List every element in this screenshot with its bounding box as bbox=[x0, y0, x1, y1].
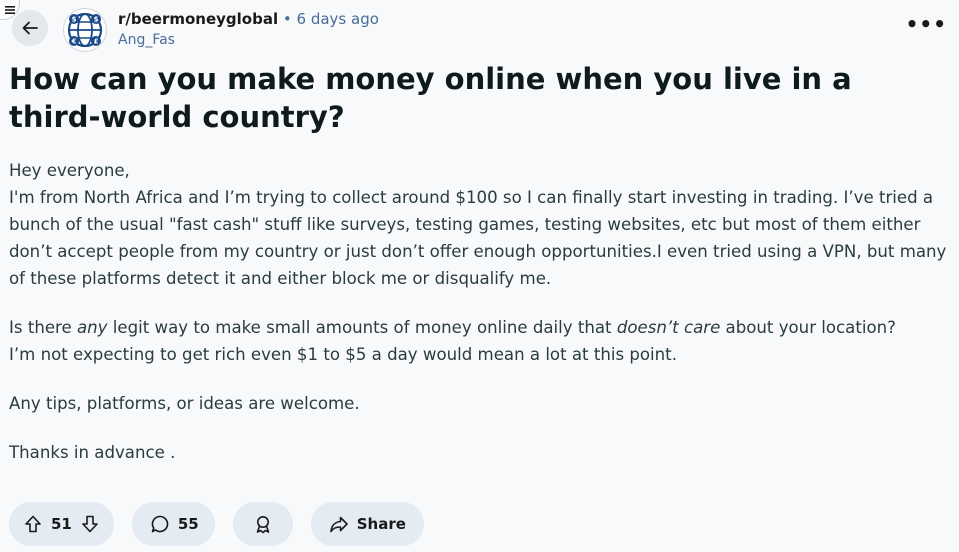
meta-separator: • bbox=[282, 10, 292, 28]
post-body: Hey everyone, I'm from North Africa and … bbox=[9, 157, 951, 466]
body-paragraph: Any tips, platforms, or ideas are welcom… bbox=[9, 390, 951, 417]
subreddit-avatar[interactable]: $ $ € £ bbox=[63, 8, 107, 52]
more-options-button[interactable]: ••• bbox=[906, 12, 947, 36]
subreddit-link[interactable]: r/beermoneyglobal bbox=[118, 10, 278, 28]
svg-text:€: € bbox=[71, 38, 77, 46]
author-link[interactable]: Ang_Fas bbox=[118, 31, 379, 49]
svg-text:$: $ bbox=[94, 16, 99, 24]
vote-bar: 51 bbox=[9, 502, 114, 546]
body-paragraph: Thanks in advance . bbox=[9, 439, 951, 466]
back-button[interactable] bbox=[12, 10, 48, 46]
share-arrow-icon bbox=[329, 516, 348, 533]
vote-count: 51 bbox=[51, 515, 72, 533]
body-text: legit way to make small amounts of money… bbox=[107, 318, 617, 337]
svg-text:$: $ bbox=[72, 16, 77, 24]
post-time: 6 days ago bbox=[296, 10, 379, 28]
body-text: about your location? bbox=[720, 318, 896, 337]
downvote-arrow-icon bbox=[82, 515, 98, 533]
share-button[interactable]: Share bbox=[310, 502, 424, 546]
more-options-icon: ••• bbox=[905, 12, 947, 36]
post-meta: r/beermoneyglobal • 6 days ago Ang_Fas bbox=[118, 9, 379, 49]
upvote-arrow-icon bbox=[25, 515, 41, 533]
body-text: Any tips, platforms, or ideas are welcom… bbox=[9, 394, 360, 413]
emphasis-text: doesn’t care bbox=[616, 318, 721, 337]
body-paragraph: Is there any legit way to make small amo… bbox=[9, 314, 951, 368]
emphasis-text: any bbox=[77, 318, 108, 337]
svg-text:£: £ bbox=[94, 38, 99, 46]
body-paragraph: Hey everyone, I'm from North Africa and … bbox=[9, 157, 951, 292]
award-icon bbox=[256, 516, 270, 534]
body-text: Is there bbox=[9, 318, 77, 337]
body-text: I'm from North Africa and I’m trying to … bbox=[9, 188, 947, 288]
comments-button[interactable]: 55 bbox=[131, 502, 215, 546]
award-button[interactable] bbox=[232, 502, 293, 546]
body-text: Thanks in advance . bbox=[9, 443, 176, 462]
comment-bubble-icon bbox=[151, 515, 169, 533]
post-actions: 51 55 Share bbox=[9, 502, 424, 546]
downvote-button[interactable] bbox=[80, 514, 100, 534]
post-title: How can you make money online when you l… bbox=[9, 62, 852, 134]
share-label: Share bbox=[356, 515, 406, 533]
upvote-button[interactable] bbox=[23, 514, 43, 534]
arrow-left-icon bbox=[22, 21, 38, 35]
subreddit-avatar-icon: $ $ € £ bbox=[67, 12, 103, 48]
comment-count: 55 bbox=[177, 515, 199, 533]
body-text: I’m not expecting to get rich even $1 to… bbox=[9, 345, 677, 364]
greeting-text: Hey everyone, bbox=[9, 161, 130, 180]
menu-icon bbox=[5, 6, 15, 14]
